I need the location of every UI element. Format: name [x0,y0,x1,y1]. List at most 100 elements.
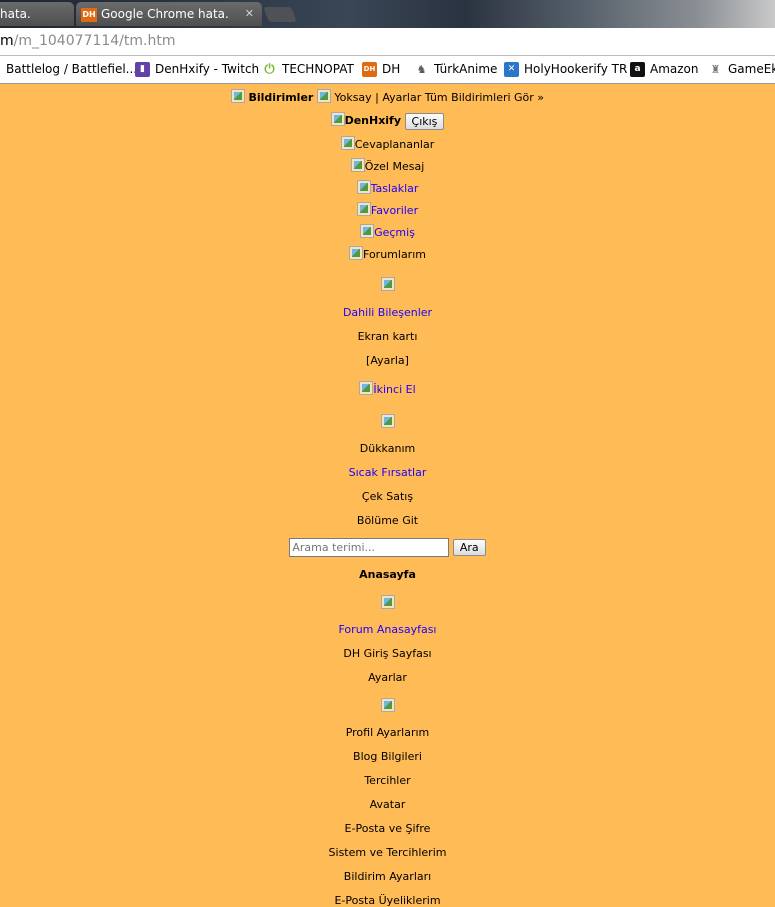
holy-icon: ✕ [504,62,519,77]
go-to-section-label: Bölüme Git [0,514,775,527]
menu-label: Geçmiş [374,226,415,239]
url-path: /m_104077114/tm.htm [13,33,176,49]
link-email-password[interactable]: E-Posta ve Şifre [0,822,775,835]
turkanime-icon: ♞ [416,63,427,76]
username[interactable]: DenHxify [345,114,401,127]
link-preferences[interactable]: Tercihler [0,774,775,787]
link-hot-deals[interactable]: Sıcak Fırsatlar [0,466,775,479]
notifications-links[interactable]: Yoksay | Ayarlar Tüm Bildirimleri Gör » [334,91,544,104]
search-row: Ara [0,538,775,557]
menu-private-message[interactable]: Özel Mesaj [0,158,775,173]
menu-label: Çek Satış [361,490,414,503]
link-blog-info[interactable]: Blog Bilgileri [0,750,775,763]
browser-tab-bar: hata. DH Google Chrome hata. ✕ [0,0,775,28]
gameeks-icon: ♜ [710,63,721,76]
bookmark-technopat[interactable]: ⏻ TECHNOPAT [262,56,354,83]
menu-label: Sıcak Fırsatlar [348,466,427,479]
close-tab-icon[interactable]: ✕ [245,2,254,26]
new-tab-button[interactable] [263,7,297,22]
menu-label: Bildirim Ayarları [343,870,432,883]
logout-button[interactable]: Çıkış [404,112,445,130]
forum-label: [Ayarla] [366,354,409,367]
amazon-icon: a [630,62,645,77]
menu-label: Özel Mesaj [364,160,425,173]
menu-my-forums[interactable]: Forumlarım [0,246,775,261]
menu-second-hand[interactable]: İkinci El [0,381,775,396]
link-avatar[interactable]: Avatar [0,798,775,811]
notifications-row: Bildirimler Yoksay | Ayarlar Tüm Bildiri… [0,89,775,104]
menu-history[interactable]: Geçmiş [0,224,775,239]
search-input[interactable] [289,538,450,557]
dh-icon: DH [362,62,377,77]
url-host: m [0,33,14,49]
menu-label: Cevaplananlar [354,138,435,151]
bookmark-label: HolyHookerify TR [524,62,628,76]
menu-label: Forum Anasayfası [338,623,437,636]
bookmark-amazon[interactable]: a Amazon [630,56,699,83]
tab-label: hata. [0,7,31,21]
link-forum-home[interactable]: Forum Anasayfası [0,623,775,636]
forum-label: Dahili Bileşenler [342,306,433,319]
forum-label: Ekran kartı [357,330,418,343]
menu-label: Profil Ayarlarım [345,726,430,739]
second-hand-image-row [0,414,775,429]
bookmark-holyhookerify[interactable]: ✕ HolyHookerify TR [504,56,627,83]
bookmark-dh[interactable]: DH DH [362,56,400,83]
broken-image-icon [380,277,395,291]
search-button[interactable]: Ara [452,539,486,556]
bookmark-battlelog[interactable]: Battlelog / Battlefiel... [6,56,137,83]
menu-label: Taslaklar [370,182,419,195]
broken-image-icon [380,698,395,712]
bookmark-label: DenHxify - Twitch [155,62,260,76]
address-bar[interactable]: m/m_104077114/tm.htm [0,28,775,56]
forum-settings-link[interactable]: [Ayarla] [0,354,775,367]
link-email-subscriptions[interactable]: E-Posta Üyeliklerim [0,894,775,907]
bookmark-label: DH [382,62,401,76]
broken-image-icon [356,202,371,216]
dh-favicon-icon: DH [81,7,97,22]
link-cek-satis[interactable]: Çek Satış [0,490,775,503]
broken-image-icon [356,180,371,194]
broken-image-icon [230,89,245,103]
notifications-title: Bildirimler [248,91,314,104]
user-row: DenHxify Çıkış [0,112,775,130]
settings-section-title: Ayarlar [0,671,775,684]
tab-label: Google Chrome hata. [101,7,229,21]
broken-image-icon [330,112,345,126]
bookmark-label: Amazon [650,62,699,76]
page-content: Bildirimler Yoksay | Ayarlar Tüm Bildiri… [0,84,775,907]
section-title: Anasayfa [359,568,416,581]
menu-label: İkinci El [373,383,416,396]
menu-label: Favoriler [370,204,419,217]
power-icon: ⏻ [264,62,275,77]
link-profile-settings[interactable]: Profil Ayarlarım [0,726,775,739]
bookmark-label: TECHNOPAT [282,62,354,76]
menu-answered[interactable]: Cevaplananlar [0,136,775,151]
forum-link-gpu[interactable]: Ekran kartı [0,330,775,343]
home-section-title: Anasayfa [0,568,775,581]
menu-label: Blog Bilgileri [353,750,422,763]
tab-error[interactable]: hata. [0,2,74,26]
broken-image-icon [380,414,395,428]
home-image-row [0,595,775,610]
bookmark-turkanime[interactable]: ♞ TürkAnime [414,56,498,83]
tab-google-chrome-error[interactable]: DH Google Chrome hata. ✕ [76,2,262,26]
menu-drafts[interactable]: Taslaklar [0,180,775,195]
broken-image-icon [340,136,355,150]
broken-image-icon [360,224,375,238]
bookmarks-bar: Battlelog / Battlefiel... ▮ DenHxify - Tw… [0,56,775,84]
link-dh-login[interactable]: DH Giriş Sayfası [0,647,775,660]
link-my-shop[interactable]: Dükkanım [0,442,775,455]
menu-label: DH Giriş Sayfası [343,647,432,660]
bookmark-gameeks[interactable]: ♜ GameEks [708,56,775,83]
url-text[interactable]: m/m_104077114/tm.htm [0,33,175,49]
settings-image-row [0,698,775,713]
forum-link-components[interactable]: Dahili Bileşenler [0,306,775,319]
broken-image-icon [359,381,374,395]
menu-favorites[interactable]: Favoriler [0,202,775,217]
bookmark-label: TürkAnime [434,62,498,76]
link-notification-settings[interactable]: Bildirim Ayarları [0,870,775,883]
link-system-preferences[interactable]: Sistem ve Tercihlerim [0,846,775,859]
broken-image-icon [349,246,364,260]
bookmark-twitch[interactable]: ▮ DenHxify - Twitch [135,56,259,83]
